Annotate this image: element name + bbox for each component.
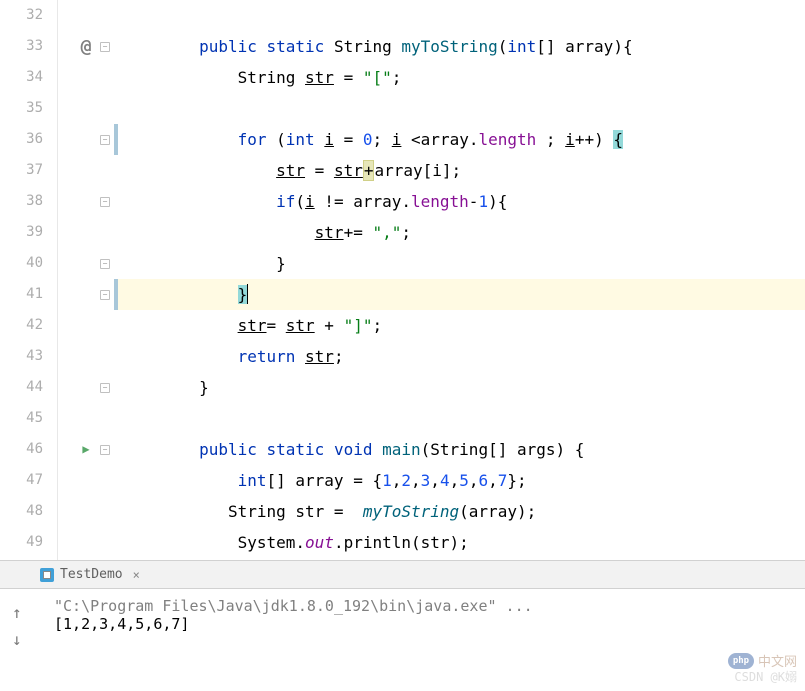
- code-line: str = str+array[i];: [114, 155, 805, 186]
- code-line: [114, 0, 805, 31]
- marker-gutter: @ ▶: [58, 0, 114, 560]
- fold-icon[interactable]: [100, 383, 110, 393]
- code-line: }: [114, 248, 805, 279]
- fold-icon[interactable]: [100, 290, 110, 300]
- run-tool-window: TestDemo × ↑ ↓ "C:\Program Files\Java\jd…: [0, 560, 805, 690]
- fold-icon[interactable]: [100, 197, 110, 207]
- code-editor: 32 33 34 35 36 37 38 39 40 41 42 43 44 4…: [0, 0, 805, 560]
- line-number[interactable]: 38: [0, 186, 57, 217]
- run-config-tab[interactable]: TestDemo ×: [32, 561, 148, 588]
- line-number[interactable]: 42: [0, 310, 57, 341]
- line-number[interactable]: 49: [0, 527, 57, 558]
- scroll-down-icon[interactable]: ↓: [12, 630, 22, 649]
- line-number[interactable]: 41: [0, 279, 57, 310]
- line-number[interactable]: 36: [0, 124, 57, 155]
- watermark: php 中文网 CSDN @K嫋: [728, 651, 797, 685]
- run-config-icon: [40, 568, 54, 582]
- close-icon[interactable]: ×: [133, 568, 140, 582]
- code-line: String str = "[";: [114, 62, 805, 93]
- line-number[interactable]: 48: [0, 496, 57, 527]
- run-gutter-icon[interactable]: ▶: [82, 434, 89, 465]
- line-number[interactable]: 34: [0, 62, 57, 93]
- code-line: }: [114, 372, 805, 403]
- override-icon[interactable]: @: [81, 31, 92, 62]
- line-number[interactable]: 32: [0, 0, 57, 31]
- fold-icon[interactable]: [100, 42, 110, 52]
- code-line: str+= ",";: [114, 217, 805, 248]
- code-line: [114, 403, 805, 434]
- line-number[interactable]: 43: [0, 341, 57, 372]
- console-output[interactable]: ↑ ↓ "C:\Program Files\Java\jdk1.8.0_192\…: [0, 589, 805, 641]
- line-number[interactable]: 33: [0, 31, 57, 62]
- line-number[interactable]: 44: [0, 372, 57, 403]
- line-number[interactable]: 40: [0, 248, 57, 279]
- fold-icon[interactable]: [100, 135, 110, 145]
- code-line: [114, 93, 805, 124]
- code-line: int[] array = {1,2,3,4,5,6,7};: [114, 465, 805, 496]
- code-line: return str;: [114, 341, 805, 372]
- line-number[interactable]: 46: [0, 434, 57, 465]
- scroll-up-icon[interactable]: ↑: [12, 603, 22, 622]
- code-line: System.out.println(str);: [114, 527, 805, 558]
- fold-icon[interactable]: [100, 259, 110, 269]
- code-line: public static void main(String[] args) {: [114, 434, 805, 465]
- line-number-gutter: 32 33 34 35 36 37 38 39 40 41 42 43 44 4…: [0, 0, 58, 560]
- line-number[interactable]: 45: [0, 403, 57, 434]
- line-number[interactable]: 37: [0, 155, 57, 186]
- text-cursor: [247, 284, 248, 304]
- code-line: str= str + "]";: [114, 310, 805, 341]
- code-line: public static String myToString(int[] ar…: [114, 31, 805, 62]
- php-logo-icon: php: [728, 653, 754, 669]
- code-line: }: [114, 279, 805, 310]
- run-tab-bar: TestDemo ×: [0, 561, 805, 589]
- line-number[interactable]: 39: [0, 217, 57, 248]
- line-number[interactable]: 47: [0, 465, 57, 496]
- code-line: for (int i = 0; i <array.length ; i++) {: [114, 124, 805, 155]
- line-number[interactable]: 35: [0, 93, 57, 124]
- console-line: [1,2,3,4,5,6,7]: [54, 615, 795, 633]
- run-config-label: TestDemo: [60, 567, 123, 582]
- console-command: "C:\Program Files\Java\jdk1.8.0_192\bin\…: [54, 597, 795, 615]
- code-line: String str = myToString(array);: [114, 496, 805, 527]
- code-content[interactable]: public static String myToString(int[] ar…: [114, 0, 805, 560]
- code-line: if(i != array.length-1){: [114, 186, 805, 217]
- fold-icon[interactable]: [100, 445, 110, 455]
